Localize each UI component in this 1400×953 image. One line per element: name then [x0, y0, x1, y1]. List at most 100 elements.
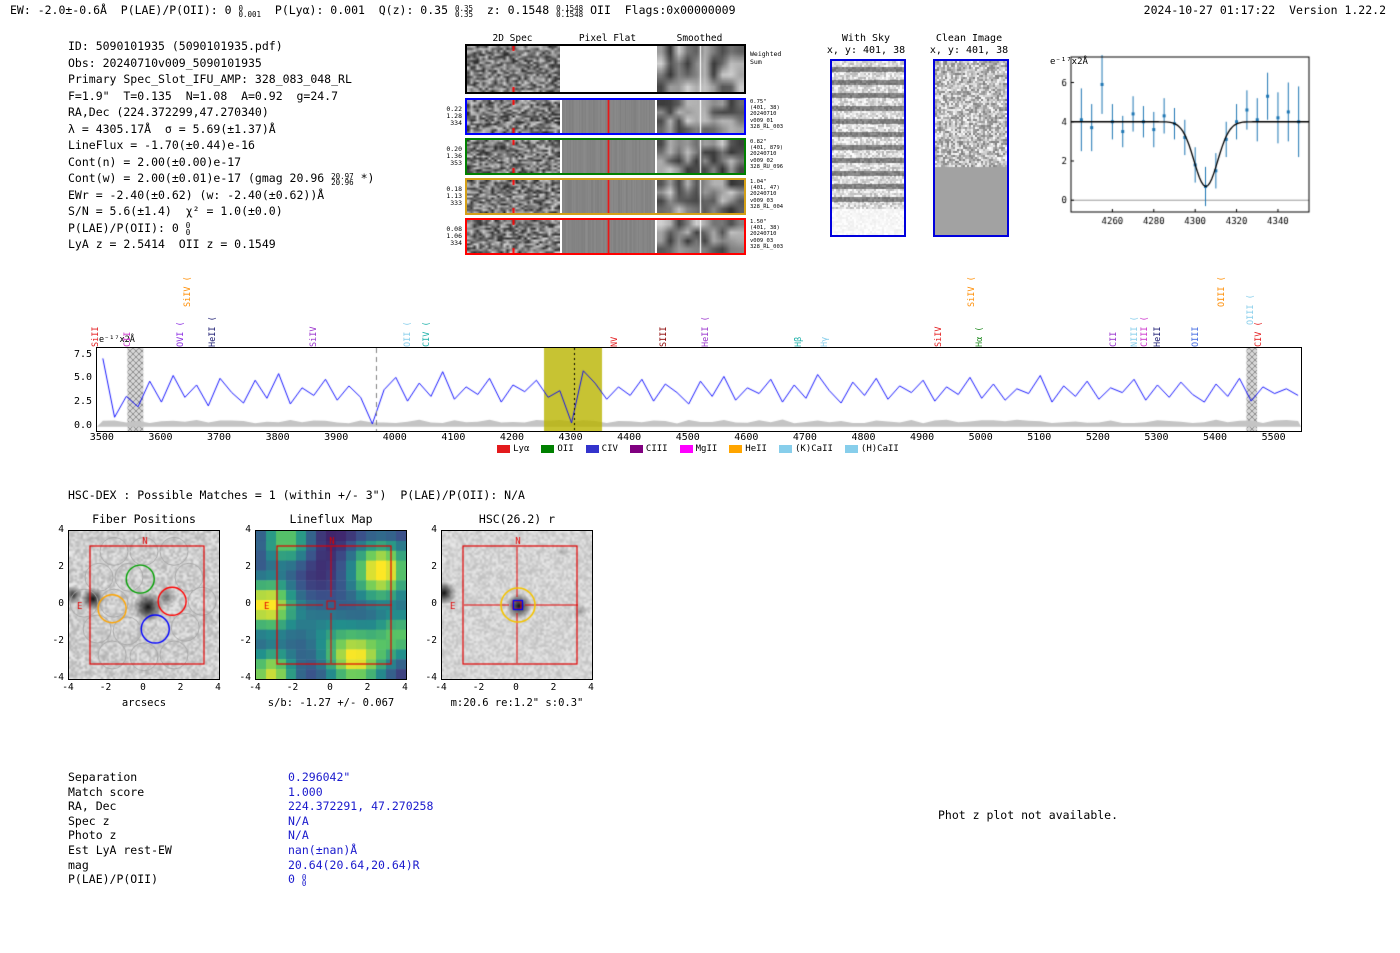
text-segment: λ = 4305.17Å σ = 5.69(±1.37)Å: [68, 121, 276, 136]
info-line-3: Primary Spec_Slot_IFU_AMP: 328_083_048_R…: [68, 71, 374, 88]
panel-y-tick: 2: [431, 561, 437, 572]
panel-x-tick: 0: [513, 682, 519, 693]
2d-spec-row: [465, 178, 746, 215]
spectrum-x-tick: 4500: [675, 432, 700, 443]
2d-row-fiber-id: 0.82" (401, 879) 20240710 v009_02 328_RU_096: [750, 139, 794, 170]
weighted-sum-label: Weighted Sum: [750, 50, 794, 66]
legend-item: (H)CaII: [844, 444, 899, 454]
table-row-value: 1.000: [288, 785, 323, 799]
2d-spec-strip: [467, 140, 560, 173]
panel-x-tick: 2: [364, 682, 371, 693]
header-summary: EW: -2.0±-0.6Å P(LAE)/P(OII): 0 0 0.001 P…: [10, 3, 736, 19]
legend-swatch: [679, 445, 693, 453]
text-segment: Cont(w) = 2.00(±0.01)e-17 (gmag 20.96: [68, 171, 332, 185]
sub-value: 0: [301, 879, 307, 889]
info-line-10: EWr = -2.40(±0.62) (w: -2.40(±0.62))Å: [68, 187, 374, 204]
panel-x-tick: 4: [402, 682, 408, 693]
info-line-5: RA,Dec (224.372299,47.270340): [68, 104, 374, 121]
hsc-cutout-caption: m:20.6 re:1.2" s:0.3": [450, 697, 584, 709]
table-row-value: 0 00: [288, 872, 307, 889]
spectrum-x-tick: 4700: [792, 432, 817, 443]
panel-x-tick: -2: [99, 682, 112, 693]
info-line-13: LyA z = 2.5414 OII z = 0.1549: [68, 236, 374, 253]
table-row-value: 20.64(20.64,20.64)R: [288, 858, 420, 872]
sub-value: 0.001: [238, 10, 262, 19]
spectrum-line-label: SiIV (: [183, 276, 194, 307]
fiber-id-line: Sum: [750, 57, 762, 66]
panel-x-tick: 4: [588, 682, 594, 693]
legend-swatch: [497, 445, 511, 453]
panel-x-tick: -2: [472, 682, 485, 693]
lineflux-map-image: [255, 530, 407, 680]
legend-swatch: [629, 445, 643, 453]
panel-y-tick: -2: [239, 635, 251, 646]
panel-x-tick: 2: [177, 682, 184, 693]
text-segment: P(LAE)/P(OII): 0: [68, 220, 186, 235]
fiber-id-line: 328_RL_004: [750, 203, 784, 210]
spectrum-y-tick: 7.5: [73, 348, 92, 360]
table-row-label: Separation: [68, 770, 138, 784]
spectrum-line-label: OII (: [403, 321, 414, 347]
spectrum-line-label: HeII (: [701, 316, 712, 347]
sup-sub-stack: 20.97 20.96: [331, 173, 354, 187]
info-line-12: P(LAE)/P(OII): 0 00: [68, 220, 374, 237]
elixer-report: EW: -2.0±-0.6Å P(LAE)/P(OII): 0 0 0.001 P…: [0, 0, 1400, 953]
spectrum-line-label: CIII (: [1139, 316, 1150, 347]
text-segment: OII Flags:0x00000009: [583, 3, 736, 17]
info-line-9: Cont(w) = 2.00(±0.01)e-17 (gmag 20.96 20…: [68, 170, 374, 187]
fiber-id-line: 328_RU_096: [750, 163, 784, 170]
spectrum-line-label: CII: [1109, 331, 1120, 347]
spectrum-x-tick: 4000: [382, 432, 407, 443]
text-segment: Cont(n) = 2.00(±0.00)e-17: [68, 154, 242, 169]
panel-x-tick: 2: [550, 682, 557, 693]
table-row: Est LyA rest-EW nan(±nan)Å: [68, 843, 433, 858]
table-row-value: N/A: [288, 814, 309, 828]
spectrum-x-tick: 4400: [617, 432, 642, 443]
spectrum-x-tick: 4800: [851, 432, 876, 443]
table-row: Photo z N/A: [68, 828, 433, 843]
2d-row-fiber-id: 1.04" (401, 47) 20240710 v009_03 328_RL_004: [750, 179, 794, 210]
table-row: P(LAE)/P(OII) 0 00: [68, 872, 433, 887]
panel-y-tick: 0: [58, 598, 64, 609]
spectrum-x-tick: 5500: [1261, 432, 1286, 443]
table-row-label: RA, Dec: [68, 799, 117, 814]
text-segment: Primary Spec_Slot_IFU_AMP: 328_083_048_R…: [68, 72, 352, 86]
spectrum-line-label: Hα (: [974, 326, 985, 347]
detection-info-block: ID: 5090101935 (5090101935.pdf) Obs: 2024…: [68, 38, 374, 253]
line-fit-plot-canvas: [1043, 52, 1313, 234]
table-row: Match score 1.000: [68, 785, 433, 800]
2d-row-fiber-id: 0.75" (401, 38) 20240710 v009_01 328_RL_003: [750, 99, 794, 130]
fit-plot-flux-units-label: e⁻¹⁷x2Å: [1050, 57, 1088, 67]
text-segment: ID: 5090101935 (5090101935.pdf): [68, 39, 283, 53]
spectrum-x-tick: 4900: [910, 432, 935, 443]
legend-item: CIII: [629, 444, 668, 454]
with-sky-title: With Sky x, y: 401, 38: [824, 33, 908, 56]
2d-spec-row: [465, 218, 746, 255]
legend-label: (K)CaII: [794, 444, 833, 454]
text-segment: EWr = -2.40(±0.62) (w: -2.40(±0.62))Å: [68, 187, 325, 202]
clean-image-title-text: Clean Image: [935, 33, 1003, 44]
text-segment: nan(±nan)Å: [288, 842, 358, 857]
spectrum-x-tick: 5100: [1027, 432, 1052, 443]
info-line-6: λ = 4305.17Å σ = 5.69(±1.37)Å: [68, 121, 374, 138]
clean-image: [933, 59, 1009, 237]
2d-spec-row: [465, 138, 746, 175]
pixel-flat-strip: [562, 140, 655, 173]
hsc-dex-summary: HSC-DEX : Possible Matches = 1 (within +…: [68, 488, 525, 502]
panel-y-tick: 4: [245, 524, 251, 535]
match-table: Separation 0.296042" Match score 1.000 RA, D…: [68, 770, 433, 887]
2d-spec-strip: [467, 46, 560, 92]
pixel-flat-strip: [562, 46, 655, 92]
table-row: Spec z N/A: [68, 814, 433, 829]
table-row-label: Photo z: [68, 828, 117, 843]
panel-y-tick: 0: [245, 598, 251, 609]
legend-label: Lyα: [513, 444, 530, 454]
2d-spec-strip: [467, 180, 560, 213]
legend-swatch: [778, 445, 792, 453]
pixel-flat-strip: [562, 100, 655, 133]
info-line-8: Cont(n) = 2.00(±0.00)e-17: [68, 154, 374, 171]
panel-x-tick: -4: [62, 682, 74, 693]
text-segment: F=1.9" T=0.135 N=1.08 A=0.92 g=24.7: [68, 88, 339, 103]
spectrum-line-label: SiIV: [309, 326, 320, 347]
spectrum-line-label: Hγ: [820, 336, 831, 347]
